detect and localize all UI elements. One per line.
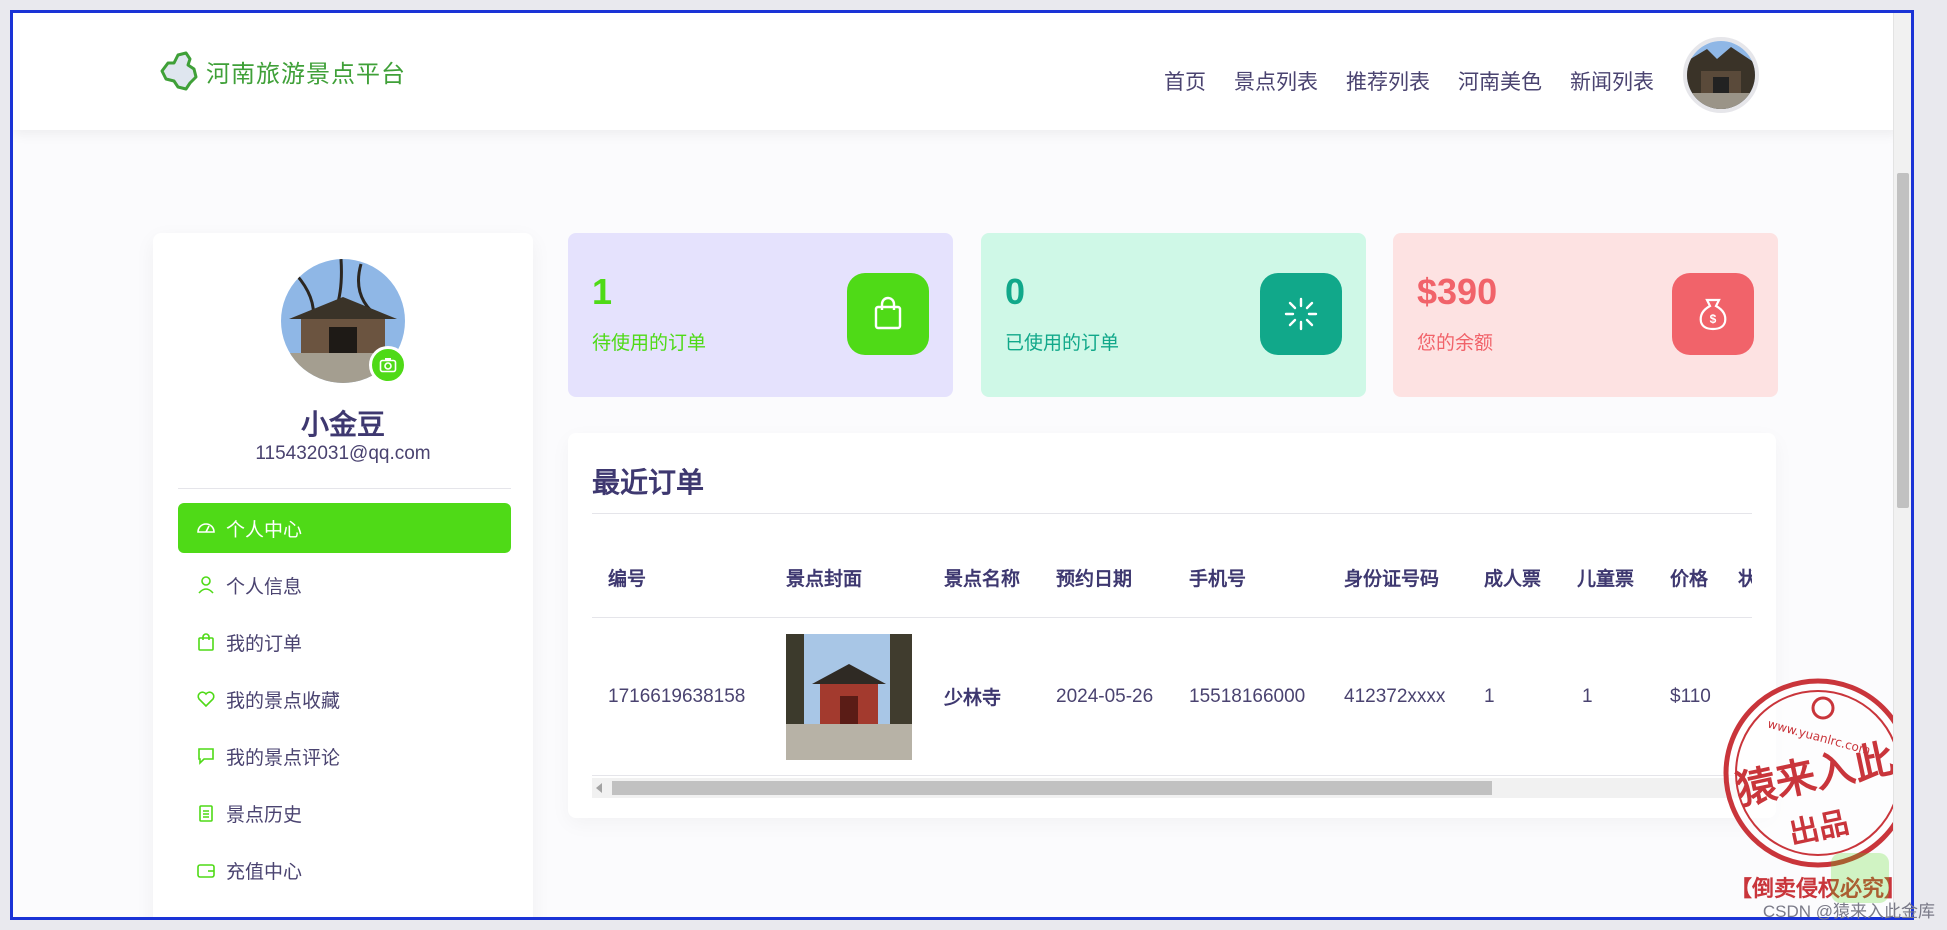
stat-label: 已使用的订单 — [1005, 333, 1120, 354]
nav-henan-scenery[interactable]: 河南美色 — [1458, 66, 1542, 96]
cell-cover — [786, 618, 912, 775]
svg-text:$: $ — [1710, 312, 1717, 326]
orders-table: 编号 景点封面 景点名称 预约日期 手机号 身份证号码 成人票 儿童票 价格 状… — [592, 538, 1752, 778]
henan-map-icon — [160, 51, 198, 91]
floating-action-button[interactable] — [1831, 853, 1889, 903]
col-header-id: 编号 — [608, 569, 647, 590]
stat-card-used: 0 已使用的订单 — [981, 233, 1366, 397]
table-horizontal-scrollbar[interactable] — [592, 778, 1752, 798]
sidebar-item-profile[interactable]: 个人信息 — [178, 560, 511, 610]
user-icon — [198, 576, 214, 594]
sidebar-item-recharge[interactable]: 充值中心 — [178, 845, 511, 895]
stat-value: $390 — [1417, 271, 1498, 312]
spot-cover-image[interactable] — [786, 633, 912, 760]
heart-icon — [197, 691, 215, 708]
sidebar-menu: 个人中心 个人信息 我的订单 我的景点收藏 我的景点评论 景点历史 充值中心 — [178, 503, 511, 902]
sidebar-item-history[interactable]: 景点历史 — [178, 788, 511, 838]
cell-spot-name: 少林寺 — [944, 688, 1002, 709]
cell-id: 1716619638158 — [608, 685, 746, 707]
wallet-icon — [197, 864, 215, 878]
stat-label: 您的余额 — [1417, 333, 1494, 354]
table-header-row: 编号 景点封面 景点名称 预约日期 手机号 身份证号码 成人票 儿童票 价格 状 — [592, 538, 1752, 618]
loader-icon — [1284, 297, 1318, 331]
temple-photo — [1687, 41, 1755, 109]
sidebar-item-label: 我的景点评论 — [226, 747, 341, 769]
stat-icon-box: $ — [1672, 273, 1754, 355]
sidebar-item-comments[interactable]: 我的景点评论 — [178, 731, 511, 781]
profile-sidebar: 小金豆 115432031@qq.com 个人中心 个人信息 我的订单 我的景点… — [153, 233, 533, 917]
sidebar-item-label: 我的订单 — [226, 633, 303, 655]
dashboard-icon — [197, 523, 215, 533]
shaolin-temple-photo — [786, 633, 912, 760]
user-email: 115432031@qq.com — [255, 443, 431, 464]
comment-icon — [198, 748, 214, 765]
browser-frame: 河南旅游景点平台 首页 景点列表 推荐列表 河南美色 新闻列表 小金豆 1154… — [10, 10, 1914, 920]
money-bag-icon: $ — [1699, 298, 1727, 331]
sidebar-item-label: 景点历史 — [226, 804, 303, 826]
col-header-date: 预约日期 — [1056, 569, 1133, 590]
sidebar-item-favorites[interactable]: 我的景点收藏 — [178, 674, 511, 724]
sidebar-item-label: 充值中心 — [226, 861, 303, 883]
stat-label: 待使用的订单 — [592, 333, 707, 354]
col-header-name: 景点名称 — [944, 569, 1021, 590]
nav-home[interactable]: 首页 — [1164, 66, 1206, 96]
user-name: 小金豆 — [300, 409, 385, 440]
stat-icon-box — [1260, 273, 1342, 355]
stat-card-balance: $390 您的余额 $ — [1393, 233, 1778, 397]
divider — [178, 488, 511, 489]
scrollbar-thumb[interactable] — [612, 781, 1492, 795]
stat-icon-box — [847, 273, 929, 355]
col-header-child: 儿童票 — [1577, 569, 1635, 590]
cell-adult: 1 — [1484, 685, 1495, 707]
recent-orders-panel: 最近订单 编号 景点封面 景点名称 预约日期 手机号 身份证号码 成人票 儿童票… — [568, 433, 1776, 818]
cell-price: $110 — [1670, 685, 1711, 707]
camera-icon — [379, 358, 397, 373]
nav-recommend-list[interactable]: 推荐列表 — [1346, 66, 1430, 96]
sidebar-item-orders[interactable]: 我的订单 — [178, 617, 511, 667]
col-header-status: 状 — [1738, 538, 1752, 617]
sidebar-item-dashboard[interactable]: 个人中心 — [178, 503, 511, 553]
change-photo-button[interactable] — [369, 346, 407, 384]
sidebar-item-label: 个人信息 — [226, 576, 303, 598]
nav-news-list[interactable]: 新闻列表 — [1570, 66, 1654, 96]
bag-icon — [198, 633, 214, 651]
main-nav: 首页 景点列表 推荐列表 河南美色 新闻列表 — [1164, 66, 1654, 96]
header-avatar[interactable] — [1683, 37, 1759, 113]
brand-name: 河南旅游景点平台 — [206, 60, 406, 88]
panel-title: 最近订单 — [592, 467, 705, 498]
cell-child: 1 — [1582, 685, 1593, 707]
divider — [592, 513, 1752, 514]
stat-value: 0 — [1005, 271, 1026, 312]
top-header: 河南旅游景点平台 首页 景点列表 推荐列表 河南美色 新闻列表 — [13, 13, 1899, 130]
cell-date: 2024-05-26 — [1056, 685, 1154, 707]
page-scrollbar[interactable] — [1893, 13, 1911, 917]
cell-phone: 15518166000 — [1189, 685, 1306, 707]
table-row[interactable]: 1716619638158 少林寺 2024-05-26 15518166000… — [592, 618, 1752, 776]
col-header-adult: 成人票 — [1484, 569, 1542, 590]
sidebar-item-label: 个人中心 — [226, 519, 303, 541]
page-scrollbar-thumb[interactable] — [1897, 173, 1909, 508]
stat-value: 1 — [592, 271, 613, 312]
stat-card-pending: 1 待使用的订单 — [568, 233, 953, 397]
nav-spot-list[interactable]: 景点列表 — [1234, 66, 1318, 96]
cell-idcard: 412372xxxx — [1344, 685, 1446, 707]
col-header-price: 价格 — [1670, 569, 1709, 590]
clipboard-icon — [199, 805, 213, 822]
sidebar-item-label: 我的景点收藏 — [226, 690, 341, 712]
shopping-bag-icon — [874, 296, 902, 330]
csdn-watermark: CSDN @猿来入此金库 — [1762, 902, 1935, 921]
col-header-cover: 景点封面 — [786, 569, 863, 590]
brand-logo[interactable]: 河南旅游景点平台 — [156, 49, 406, 93]
col-header-idcard: 身份证号码 — [1344, 569, 1440, 590]
col-header-phone: 手机号 — [1189, 569, 1247, 590]
scroll-left-arrow-icon[interactable] — [596, 783, 602, 793]
